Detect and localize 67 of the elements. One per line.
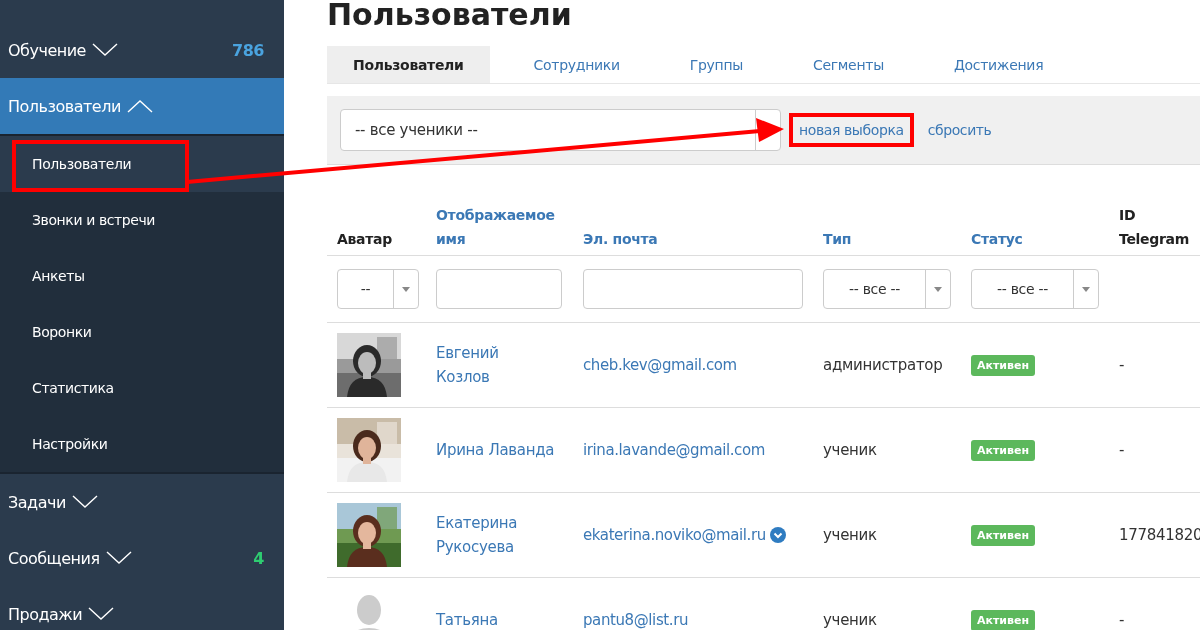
column-header[interactable]: Эл. почта [583, 227, 823, 255]
status-badge: Активен [971, 524, 1036, 546]
filter-link[interactable]: новая выборка [799, 122, 904, 138]
sidebar-item-label: Задачи [8, 492, 66, 512]
sidebar-item[interactable]: Сообщения 4 [0, 530, 284, 586]
filter-select[interactable]: -- [337, 269, 419, 309]
column-header[interactable]: Отображаемое имя [436, 203, 583, 255]
submenu-item[interactable]: Статистика [0, 360, 284, 416]
submenu-item[interactable]: Звонки и встречи [0, 192, 284, 248]
user-name-link[interactable]: Козлов [436, 368, 490, 386]
caret-icon [402, 286, 410, 292]
status-badge: Активен [971, 354, 1036, 376]
user-name-link[interactable]: Екатерина [436, 514, 518, 532]
sidebar-item[interactable]: Пользователи [0, 78, 284, 134]
segment-select[interactable]: -- все ученики -- [340, 109, 781, 151]
status-badge: Активен [971, 439, 1036, 461]
column-header: ID Telegram [1119, 206, 1191, 249]
column-header[interactable]: Статус [971, 227, 1119, 255]
tab[interactable]: Пользователи [327, 46, 490, 83]
email-link[interactable]: pantu8@list.ru [583, 611, 689, 629]
user-name-link[interactable]: Татьяна [436, 611, 498, 629]
filter-input[interactable] [583, 269, 803, 309]
sidebar-item-label: Пользователи [8, 96, 121, 116]
telegram-id: - [1119, 441, 1126, 459]
email-link[interactable]: ekaterina.noviko@mail.ru [583, 526, 766, 544]
submenu-item[interactable]: Воронки [0, 304, 284, 360]
tab[interactable]: Сегменты [787, 46, 910, 83]
submenu-item[interactable]: Настройки [0, 416, 284, 472]
user-type: администратор [823, 356, 944, 374]
user-type: ученик [823, 441, 878, 459]
filter-input[interactable] [436, 269, 562, 309]
user-type: ученик [823, 526, 878, 544]
chevron-down-icon [105, 551, 132, 565]
telegram-id: - [1119, 356, 1126, 374]
tab[interactable]: Достижения [927, 46, 1070, 83]
tab[interactable]: Группы [663, 46, 769, 83]
chevron-down-icon [88, 607, 115, 621]
count-label: 4 [253, 548, 264, 568]
chevron-down-icon [71, 495, 98, 509]
submenu-item[interactable]: Анкеты [0, 248, 284, 304]
email-link[interactable]: irina.lavande@gmail.com [583, 441, 765, 459]
telegram-id: - [1119, 611, 1126, 629]
sidebar-item-label: Продажи [8, 604, 83, 624]
user-name-link[interactable]: Ирина Лаванда [436, 441, 555, 459]
count-label: 786 [232, 40, 264, 60]
sidebar-item[interactable]: Продажи [0, 586, 284, 630]
filter-select[interactable]: -- все -- [823, 269, 951, 309]
caret-icon [1082, 286, 1090, 292]
filter-link[interactable]: сбросить [927, 122, 992, 138]
email-link[interactable]: cheb.kev@gmail.com [583, 356, 737, 374]
caret-icon [934, 286, 942, 292]
sidebar-item-label: Сообщения [8, 548, 100, 568]
status-badge: Активен [971, 609, 1036, 630]
user-name-link[interactable]: Рукосуева [436, 538, 514, 556]
sidebar-item[interactable]: Задачи [0, 474, 284, 530]
sidebar-item-label: Обучение [8, 40, 86, 60]
chevron-up-icon [126, 99, 153, 113]
filter-select[interactable]: -- все -- [971, 269, 1099, 309]
page-title: Пользователи [327, 0, 573, 34]
tab[interactable]: Сотрудники [507, 46, 646, 83]
user-name-link[interactable]: Евгений [436, 344, 499, 362]
sidebar-item[interactable]: Обучение 786 [0, 22, 284, 78]
user-type: ученик [823, 611, 878, 629]
column-header[interactable]: Тип [823, 227, 971, 255]
chevron-down-icon [91, 43, 118, 57]
verified-icon [769, 527, 786, 543]
column-header: Аватар [337, 230, 393, 249]
